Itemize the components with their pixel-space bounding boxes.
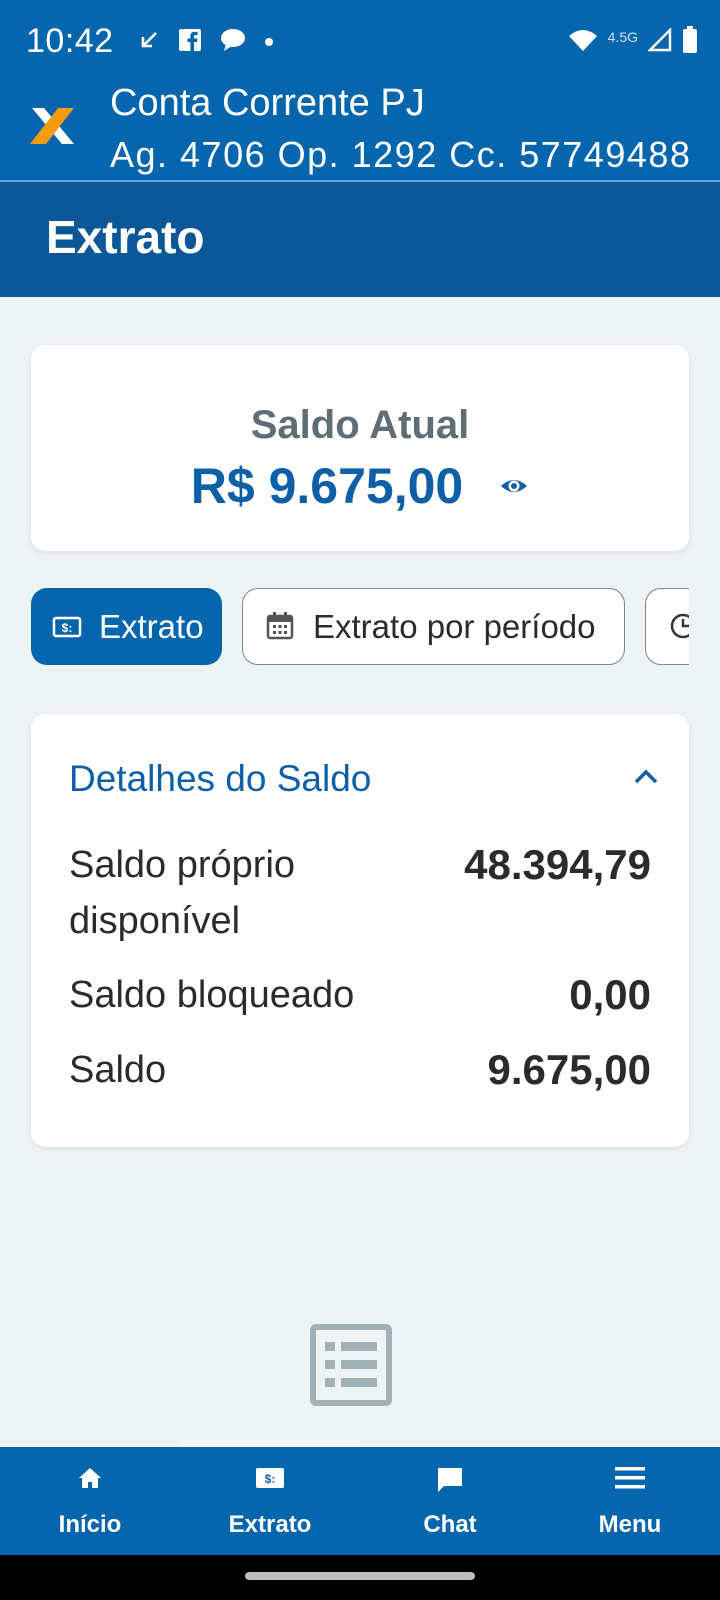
balance-row: R$ 9.675,00 (31, 457, 689, 515)
status-bar: 10:42 4.5G (0, 0, 720, 88)
chip-label: Extrato (99, 607, 204, 645)
chip-extrato[interactable]: $: Extrato (31, 588, 222, 665)
home-gesture-handle[interactable] (245, 1572, 475, 1580)
eye-icon[interactable] (499, 471, 529, 501)
wifi-icon (568, 28, 598, 57)
chat-bubble-icon (220, 28, 246, 57)
nav-item-chat[interactable]: Chat (360, 1447, 540, 1555)
detail-row-saldo-bloqueado: Saldo bloqueado 0,00 (69, 967, 651, 1023)
chat-icon (360, 1465, 540, 1499)
account-info: Ag. 4706 Op. 1292 Cc. 57749488 (110, 134, 692, 175)
nav-label: Chat (423, 1511, 477, 1538)
caixa-logo-icon (28, 106, 78, 146)
nav-label: Menu (598, 1511, 662, 1538)
chip-history[interactable] (645, 588, 689, 665)
detail-label: Saldo bloqueado (69, 974, 355, 1016)
detail-value: 0,00 (569, 971, 651, 1018)
money-icon: $: (180, 1465, 360, 1499)
account-title: Conta Corrente PJ (110, 82, 425, 124)
clock-icon (668, 611, 689, 643)
svg-text:$:: $: (62, 621, 73, 635)
nav-item-menu[interactable]: Menu (540, 1447, 720, 1555)
list-icon (310, 1324, 392, 1406)
page-title-bar: Extrato (0, 182, 720, 297)
chip-label: Extrato por período (313, 607, 596, 645)
calendar-icon (265, 611, 297, 643)
app-header: Conta Corrente PJ Ag. 4706 Op. 1292 Cc. … (0, 80, 720, 182)
system-navigation-bar (0, 1555, 720, 1600)
detail-value: 9.675,00 (487, 1046, 652, 1093)
chip-extrato-por-periodo[interactable]: Extrato por período (242, 588, 625, 665)
status-time: 10:42 (26, 22, 114, 60)
details-title: Detalhes do Saldo (69, 758, 372, 799)
system-icons: 4.5G (568, 26, 698, 59)
money-icon: $: (51, 611, 83, 643)
balance-details-card: Detalhes do Saldo Saldo próprio disponív… (31, 714, 689, 1147)
nav-label: Início (58, 1511, 122, 1538)
bottom-navigation: Início $: Extrato Chat Menu (0, 1444, 720, 1555)
notification-icons (138, 28, 274, 57)
balance-label: Saldo Atual (250, 403, 470, 447)
menu-icon (540, 1465, 720, 1499)
detail-row-saldo-proprio: Saldo próprio disponível 48.394,79 (69, 837, 651, 949)
detail-label: Saldo (69, 1049, 167, 1091)
network-type-label: 4.5G (607, 28, 638, 45)
detail-label: Saldo próprio disponível (69, 844, 296, 942)
chevron-up-icon[interactable] (631, 762, 661, 792)
statement-filter-chips: $: Extrato Extrato por período (31, 588, 689, 666)
nav-label: Extrato (228, 1511, 312, 1538)
home-icon (0, 1465, 180, 1499)
nav-item-inicio[interactable]: Início (0, 1447, 180, 1555)
balance-value: R$ 9.675,00 (190, 458, 464, 514)
missed-call-icon (138, 29, 160, 56)
svg-text:$:: $: (265, 1472, 276, 1486)
balance-card: Saldo Atual R$ 9.675,00 (31, 345, 689, 551)
nav-item-extrato[interactable]: $: Extrato (180, 1447, 360, 1555)
battery-icon (682, 26, 698, 59)
detail-row-saldo: Saldo 9.675,00 (69, 1042, 651, 1098)
page-title: Extrato (46, 211, 205, 263)
signal-icon (647, 27, 672, 57)
detail-value: 48.394,79 (464, 841, 651, 888)
facebook-icon (178, 28, 202, 57)
dot-icon (264, 34, 274, 52)
